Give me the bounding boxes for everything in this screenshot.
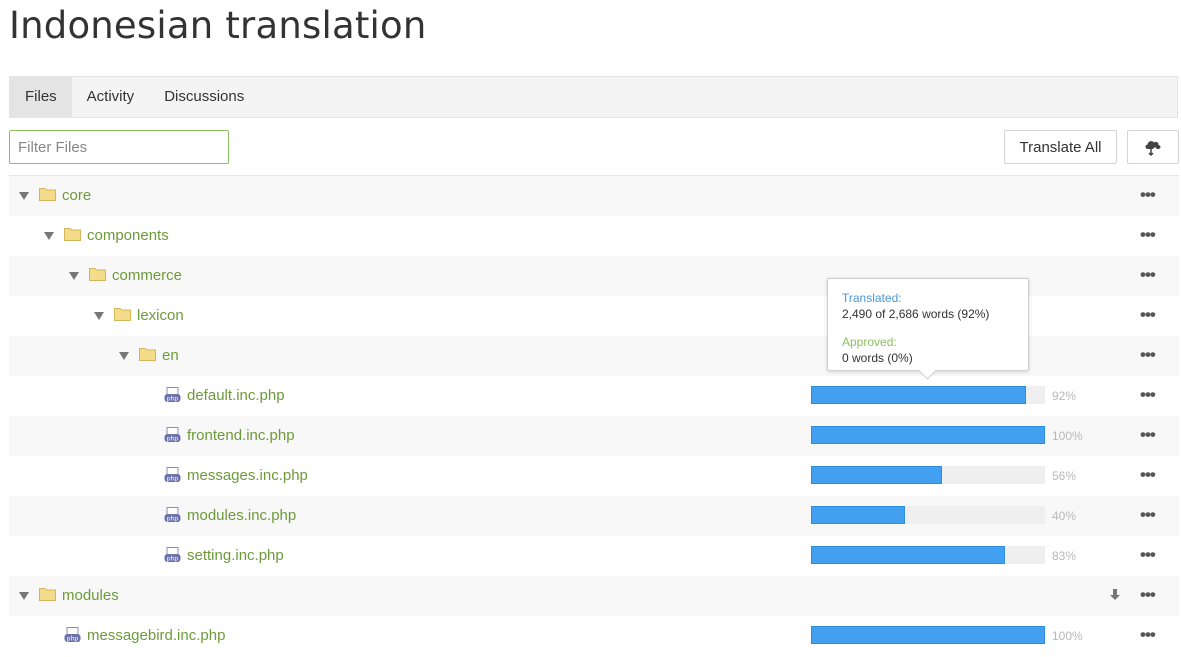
progress-fill <box>811 506 905 524</box>
translate-all-button[interactable]: Translate All <box>1004 130 1117 164</box>
cloud-sync-button[interactable] <box>1127 130 1179 164</box>
collapse-caret-icon[interactable] <box>119 352 129 360</box>
php-file-icon: php <box>64 627 81 643</box>
tab-discussions[interactable]: Discussions <box>149 77 259 117</box>
more-options-button[interactable]: ••• <box>1140 456 1156 494</box>
progress-bar <box>811 386 1045 404</box>
tree-row-file: php setting.inc.php 83% ••• <box>9 536 1179 576</box>
more-options-button[interactable]: ••• <box>1140 256 1156 294</box>
tooltip-translated-label: Translated: <box>842 291 902 305</box>
folder-name[interactable]: commerce <box>112 256 182 296</box>
folder-icon <box>89 268 106 281</box>
folder-icon <box>39 588 56 601</box>
file-name[interactable]: default.inc.php <box>187 376 285 416</box>
progress-percent: 83% <box>1052 549 1077 563</box>
progress-fill <box>811 626 1045 644</box>
file-tree: core ••• components ••• commerce ••• lex… <box>9 175 1179 656</box>
tree-row-file: php messagebird.inc.php 100% ••• <box>9 616 1179 656</box>
cloud-sync-icon <box>1145 141 1161 156</box>
more-options-button[interactable]: ••• <box>1140 336 1156 374</box>
tree-row-components: components ••• <box>9 216 1179 256</box>
svg-text:php: php <box>167 476 179 483</box>
collapse-caret-icon[interactable] <box>69 272 79 280</box>
progress-percent: 56% <box>1052 469 1077 483</box>
collapse-caret-icon[interactable] <box>94 312 104 320</box>
collapse-caret-icon[interactable] <box>19 192 29 200</box>
php-file-icon: php <box>164 427 181 443</box>
svg-text:php: php <box>167 436 179 443</box>
more-options-button[interactable]: ••• <box>1140 496 1156 534</box>
svg-text:php: php <box>167 396 179 403</box>
more-options-button[interactable]: ••• <box>1140 296 1156 334</box>
tree-row-file: php frontend.inc.php 100% ••• <box>9 416 1179 456</box>
file-name[interactable]: messagebird.inc.php <box>87 616 225 656</box>
progress-fill <box>811 466 943 484</box>
filter-files-input[interactable] <box>9 130 229 164</box>
more-options-button[interactable]: ••• <box>1140 176 1156 214</box>
folder-name[interactable]: modules <box>62 576 119 616</box>
tree-row-file: php messages.inc.php 56% ••• <box>9 456 1179 496</box>
collapse-caret-icon[interactable] <box>19 592 29 600</box>
folder-icon <box>114 308 131 321</box>
folder-name[interactable]: lexicon <box>137 296 184 336</box>
tab-bar: Files Activity Discussions <box>9 76 1178 118</box>
progress-percent: 100% <box>1052 629 1083 643</box>
progress-bar <box>811 626 1045 644</box>
collapse-caret-icon[interactable] <box>44 232 54 240</box>
svg-text:php: php <box>167 556 179 563</box>
tree-row-modules: modules ••• <box>9 576 1179 616</box>
progress-fill <box>811 426 1045 444</box>
progress-fill <box>811 386 1027 404</box>
file-name[interactable]: messages.inc.php <box>187 456 308 496</box>
tree-row-file: php modules.inc.php 40% ••• <box>9 496 1179 536</box>
tab-files[interactable]: Files <box>10 77 72 117</box>
tree-row-core: core ••• <box>9 176 1179 216</box>
download-icon[interactable] <box>1110 589 1120 601</box>
folder-icon <box>139 348 156 361</box>
svg-text:php: php <box>167 516 179 523</box>
progress-bar <box>811 466 1045 484</box>
folder-name[interactable]: core <box>62 176 91 216</box>
php-file-icon: php <box>164 547 181 563</box>
progress-percent: 40% <box>1052 509 1077 523</box>
more-options-button[interactable]: ••• <box>1140 576 1156 614</box>
tab-activity[interactable]: Activity <box>72 77 150 117</box>
progress-tooltip: Translated: 2,490 of 2,686 words (92%) A… <box>827 278 1029 371</box>
file-name[interactable]: frontend.inc.php <box>187 416 295 456</box>
more-options-button[interactable]: ••• <box>1140 376 1156 414</box>
progress-bar <box>811 426 1045 444</box>
php-file-icon: php <box>164 467 181 483</box>
file-name[interactable]: modules.inc.php <box>187 496 296 536</box>
page-title: Indonesian translation <box>9 4 427 47</box>
tree-row-file: php default.inc.php 92% ••• <box>9 376 1179 416</box>
tooltip-approved-label: Approved: <box>842 335 897 349</box>
progress-percent: 92% <box>1052 389 1077 403</box>
php-file-icon: php <box>164 387 181 403</box>
more-options-button[interactable]: ••• <box>1140 416 1156 454</box>
folder-name[interactable]: components <box>87 216 169 256</box>
progress-percent: 100% <box>1052 429 1083 443</box>
tooltip-approved-value: 0 words (0%) <box>842 351 913 365</box>
more-options-button[interactable]: ••• <box>1140 616 1156 654</box>
tooltip-translated-value: 2,490 of 2,686 words (92%) <box>842 307 990 321</box>
progress-fill <box>811 546 1006 564</box>
folder-name[interactable]: en <box>162 336 179 376</box>
more-options-button[interactable]: ••• <box>1140 216 1156 254</box>
more-options-button[interactable]: ••• <box>1140 536 1156 574</box>
file-name[interactable]: setting.inc.php <box>187 536 284 576</box>
php-file-icon: php <box>164 507 181 523</box>
svg-text:php: php <box>67 636 79 643</box>
folder-icon <box>64 228 81 241</box>
progress-bar <box>811 546 1045 564</box>
folder-icon <box>39 188 56 201</box>
progress-bar <box>811 506 1045 524</box>
